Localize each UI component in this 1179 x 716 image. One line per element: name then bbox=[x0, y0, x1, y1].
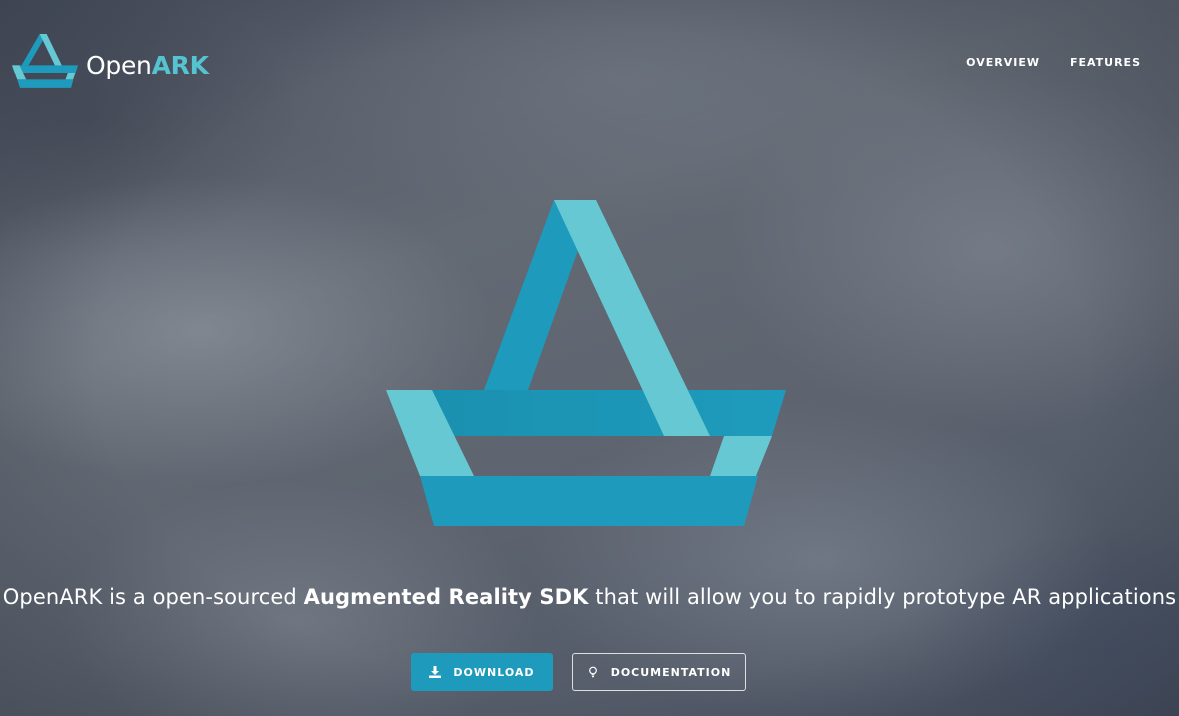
brand-name: OpenARK bbox=[86, 51, 209, 80]
nav-link-features[interactable]: FEATURES bbox=[1070, 56, 1141, 69]
top-nav: OVERVIEW FEATURES bbox=[966, 56, 1141, 69]
lightbulb-icon bbox=[588, 666, 597, 678]
download-icon bbox=[429, 666, 442, 678]
documentation-button[interactable]: DOCUMENTATION bbox=[572, 653, 746, 691]
tagline-before: OpenARK is a open-sourced bbox=[2, 585, 304, 609]
tagline-emphasis: Augmented Reality SDK bbox=[303, 585, 589, 609]
nav-link-overview[interactable]: OVERVIEW bbox=[966, 56, 1040, 69]
download-button-label: DOWNLOAD bbox=[453, 665, 535, 679]
documentation-button-label: DOCUMENTATION bbox=[610, 665, 732, 679]
brand-name-open: Open bbox=[86, 50, 152, 80]
hero-tagline: OpenARK is a open-sourced Augmented Real… bbox=[0, 585, 1179, 609]
brand-home-link[interactable]: OpenARK bbox=[12, 31, 209, 91]
openark-logo-icon bbox=[12, 34, 78, 88]
tagline-after: that will allow you to rapidly prototype… bbox=[588, 585, 1177, 609]
brand-name-ark: ARK bbox=[151, 50, 209, 80]
openark-logo-icon bbox=[386, 200, 786, 526]
download-button[interactable]: DOWNLOAD bbox=[411, 653, 553, 691]
